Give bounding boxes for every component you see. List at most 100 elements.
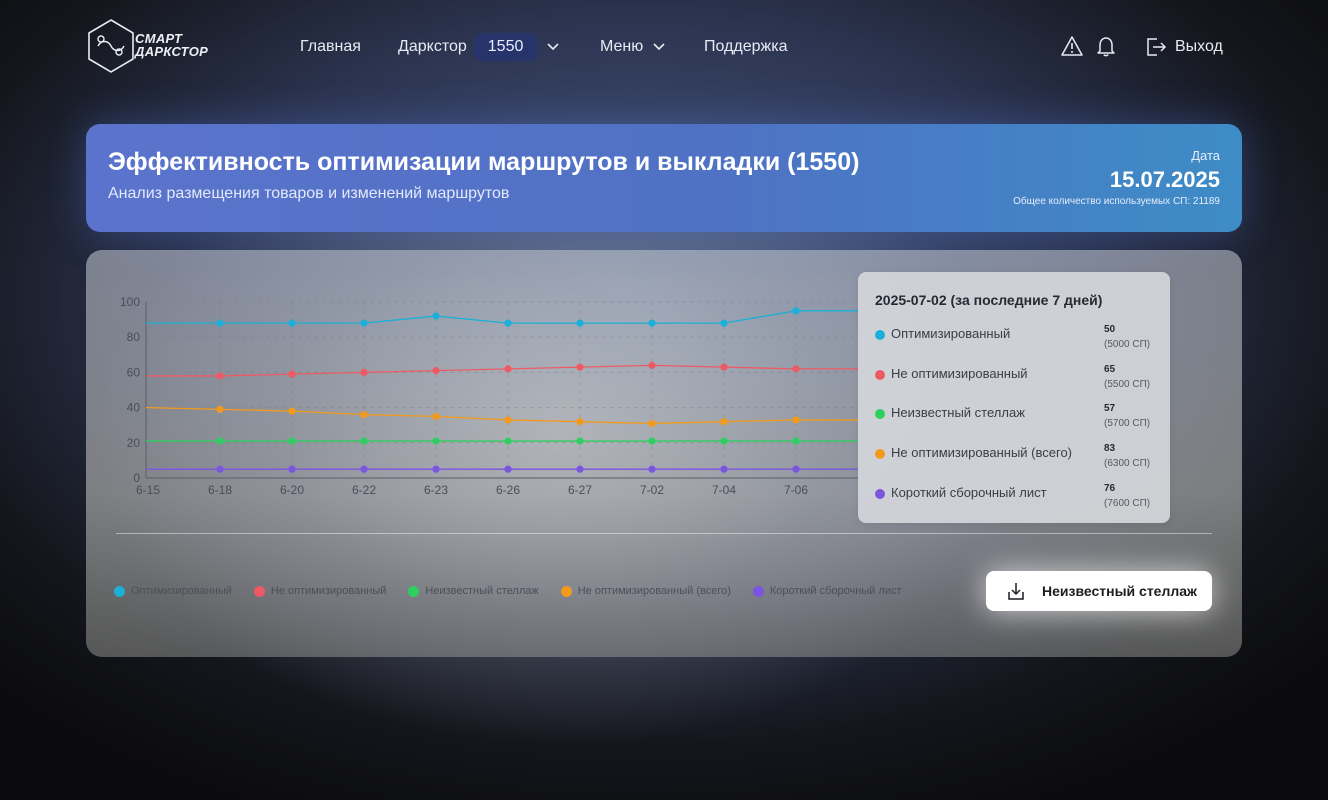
tooltip-row: Не оптимизированный (всего) 83 (6300 СП) xyxy=(875,443,1157,479)
tooltip-series-sp: (6300 СП) xyxy=(1104,458,1151,469)
data-point-2-9 xyxy=(792,437,800,445)
data-point-4-9 xyxy=(792,465,800,473)
data-point-4-2 xyxy=(288,465,296,473)
data-point-4-8 xyxy=(720,465,728,473)
tooltip-series-name: Не оптимизированный xyxy=(891,366,1028,381)
data-point-4-7 xyxy=(648,465,656,473)
legend-item-short-pick-list[interactable]: Короткий сборочный лист xyxy=(752,585,902,597)
chevron-down-icon xyxy=(653,43,665,51)
chart-legend: Оптимизированный Не оптимизированный Неи… xyxy=(114,584,924,598)
y-tick-label: 20 xyxy=(127,436,141,450)
legend-item-not-optimized-total[interactable]: Не оптимизированный (всего) xyxy=(560,585,731,597)
page-title: Эффективность оптимизации маршрутов и вы… xyxy=(108,148,860,176)
logo-line-2: ДАРКСТОР xyxy=(135,44,209,59)
divider xyxy=(116,533,1212,534)
data-point-0-8 xyxy=(720,319,728,327)
tooltip-row: Короткий сборочный лист 76 (7600 СП) xyxy=(875,483,1157,519)
legend-item-not-optimized[interactable]: Не оптимизированный xyxy=(253,585,387,597)
export-button-label: Неизвестный стеллаж xyxy=(1042,583,1197,599)
data-point-4-3 xyxy=(360,465,368,473)
data-point-1-9 xyxy=(792,365,800,373)
x-tick-label: 6-18 xyxy=(208,483,232,497)
legend-label: Не оптимизированный xyxy=(270,585,387,597)
x-tick-label: 6-27 xyxy=(568,483,592,497)
nav-darkstore-selector[interactable]: Даркстор 1550 xyxy=(398,33,559,61)
alert-triangle-icon[interactable] xyxy=(1061,35,1083,57)
data-point-3-9 xyxy=(792,416,800,424)
data-point-2-2 xyxy=(288,437,296,445)
legend-item-unknown-rack[interactable]: Неизвестный стеллаж xyxy=(408,585,539,597)
data-point-1-7 xyxy=(648,361,656,369)
export-unknown-rack-button[interactable]: Неизвестный стеллаж xyxy=(986,571,1212,611)
data-point-0-3 xyxy=(360,319,368,327)
data-point-2-8 xyxy=(720,437,728,445)
tooltip-series-name: Оптимизированный xyxy=(891,326,1011,341)
data-point-3-6 xyxy=(576,418,584,426)
data-point-4-6 xyxy=(576,465,584,473)
tooltip-series-name: Неизвестный стеллаж xyxy=(891,405,1025,420)
x-tick-label: 7-02 xyxy=(640,483,664,497)
data-point-2-3 xyxy=(360,437,368,445)
chart-card: 0 20 40 60 80 100 6-15 6-18 6-20 6-22 6-23 6-26 6-27… xyxy=(86,250,1242,657)
download-icon xyxy=(1008,583,1024,600)
data-point-1-4 xyxy=(432,367,440,375)
data-point-1-1 xyxy=(216,372,224,380)
x-tick-label: 6-15 xyxy=(136,483,160,497)
bell-icon[interactable] xyxy=(1095,35,1117,57)
total-sp-note: Общее количество используемых СП: 21189 xyxy=(1013,196,1220,207)
data-point-4-1 xyxy=(216,465,224,473)
data-point-2-7 xyxy=(648,437,656,445)
darkstore-number-badge: 1550 xyxy=(473,33,538,61)
data-point-0-9 xyxy=(792,307,800,315)
nav-support-label: Поддержка xyxy=(704,38,788,55)
nav-menu-label: Меню xyxy=(600,38,644,55)
data-point-1-8 xyxy=(720,363,728,371)
series-color-dot xyxy=(875,489,885,499)
series-color-dot xyxy=(875,409,885,419)
tooltip-row: Неизвестный стеллаж 57 (5700 СП) xyxy=(875,403,1157,439)
series-color-dot xyxy=(875,370,885,380)
logo-hexagon-icon xyxy=(88,19,134,73)
tooltip-series-sp: (5500 СП) xyxy=(1104,379,1151,390)
nav-menu-dropdown[interactable]: Меню xyxy=(600,33,665,61)
y-tick-label: 40 xyxy=(127,401,141,415)
date-label: Дата xyxy=(1191,148,1220,163)
tooltip-series-sp: (7600 СП) xyxy=(1104,498,1151,509)
logout-button[interactable]: Выход xyxy=(1145,33,1223,61)
data-point-2-5 xyxy=(504,437,512,445)
logout-icon xyxy=(1147,38,1167,56)
tooltip-series-value: 83 xyxy=(1104,443,1116,454)
legend-dot xyxy=(253,585,265,597)
tooltip-series-name: Не оптимизированный (всего) xyxy=(891,445,1072,460)
nav-darkstore-label: Даркстор xyxy=(398,38,467,55)
legend-dot xyxy=(408,585,420,597)
nav-home-label: Главная xyxy=(300,38,361,55)
data-point-3-7 xyxy=(648,419,656,428)
nav-home-link[interactable]: Главная xyxy=(300,33,361,61)
data-point-1-3 xyxy=(360,368,368,376)
smart-darkstore-logo[interactable]: СМАРТ ДАРКСТОР xyxy=(86,18,208,74)
data-point-1-2 xyxy=(288,370,296,378)
data-point-3-8 xyxy=(720,418,728,426)
legend-label: Короткий сборочный лист xyxy=(769,585,902,597)
tooltip-row: Не оптимизированный 65 (5500 СП) xyxy=(875,364,1157,400)
tooltip-row: Оптимизированный 50 (5000 СП) xyxy=(875,324,1157,360)
legend-dot xyxy=(114,585,125,597)
tooltip-series-sp: (5000 СП) xyxy=(1104,339,1151,350)
y-tick-label: 80 xyxy=(127,330,141,344)
data-point-1-5 xyxy=(504,365,512,373)
x-tick-label: 7-04 xyxy=(712,483,736,497)
logout-label: Выход xyxy=(1175,38,1223,55)
x-tick-label: 6-20 xyxy=(280,483,304,497)
series-line-0 xyxy=(146,310,858,324)
tooltip-series-value: 65 xyxy=(1104,364,1116,375)
series-color-dot xyxy=(875,449,885,459)
page-subtitle: Анализ размещения товаров и изменений ма… xyxy=(108,185,510,202)
tooltip-series-name: Короткий сборочный лист xyxy=(891,485,1047,500)
legend-item-optimized[interactable]: Оптимизированный xyxy=(114,585,232,597)
data-point-3-4 xyxy=(432,412,440,420)
data-point-2-6 xyxy=(576,437,584,445)
report-header-banner: Эффективность оптимизации маршрутов и вы… xyxy=(86,124,1242,232)
nav-support-link[interactable]: Поддержка xyxy=(704,33,787,61)
date-value: 15.07.2025 xyxy=(1109,167,1220,192)
